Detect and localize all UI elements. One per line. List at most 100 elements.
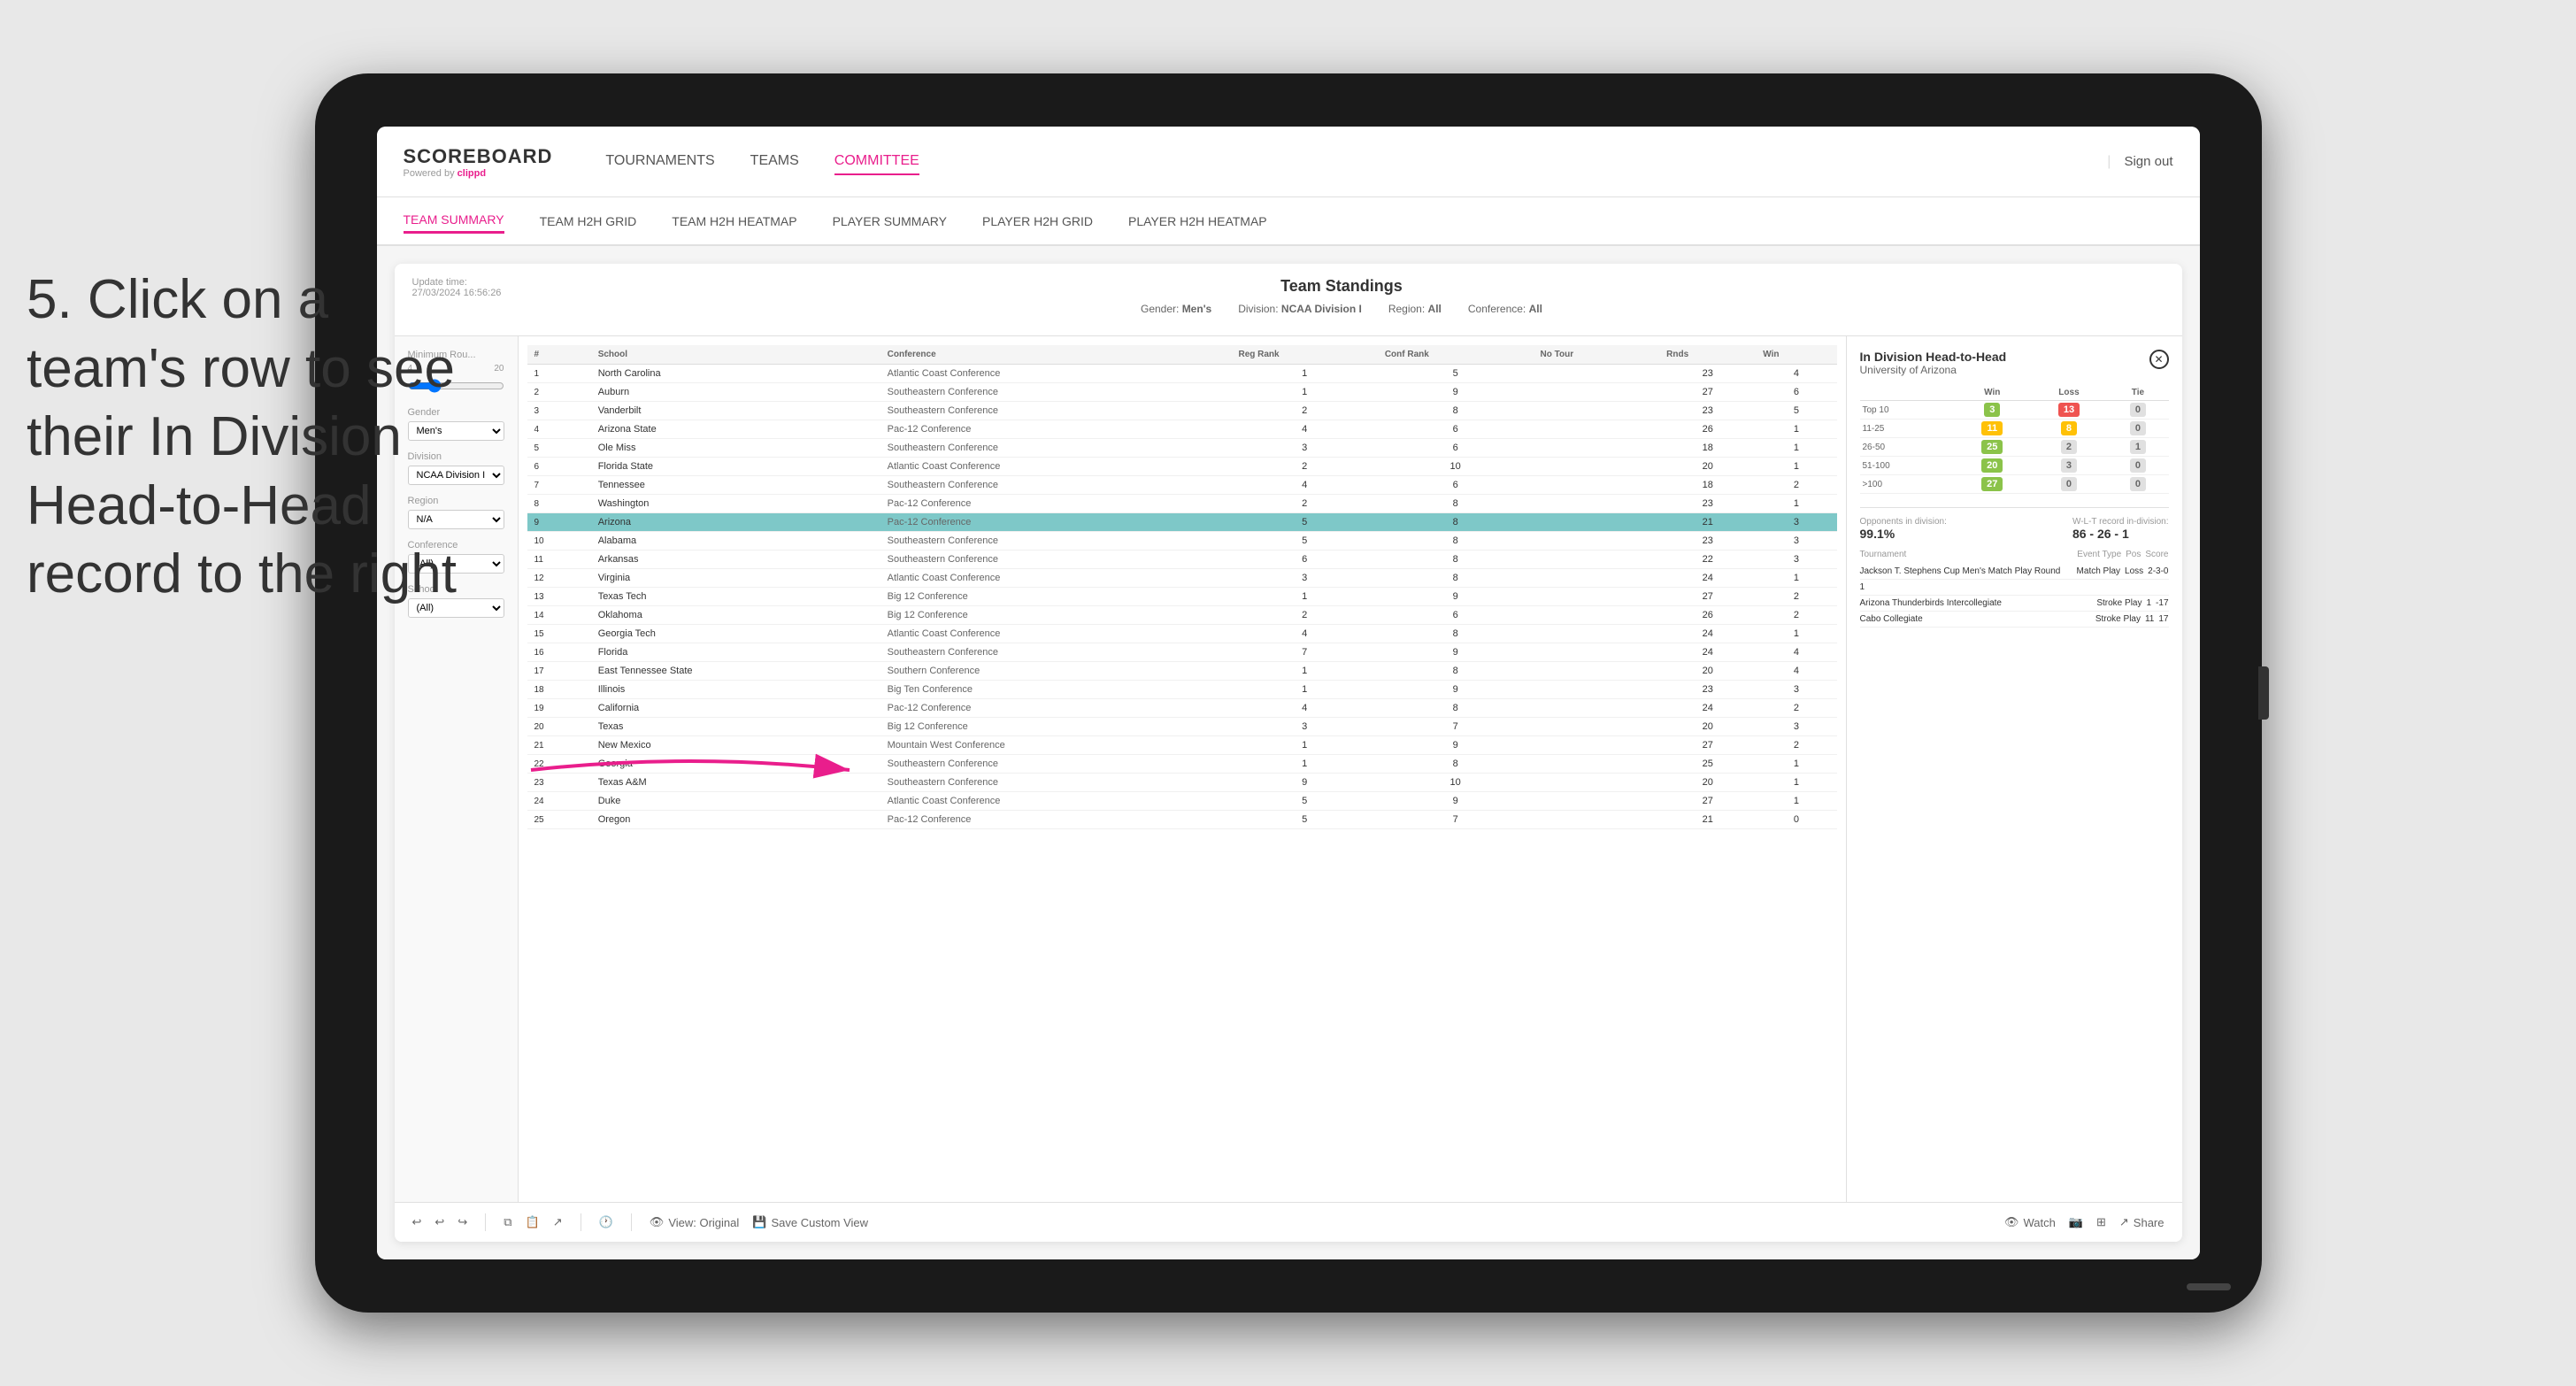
save-custom-btn[interactable]: 💾 Save Custom View: [752, 1215, 868, 1229]
save-icon: 💾: [752, 1215, 766, 1229]
table-row[interactable]: 4 Arizona State Pac-12 Conference 4 6 26…: [527, 420, 1837, 439]
opponents-section: Opponents in division: 99.1% W-L-T recor…: [1860, 507, 2169, 541]
table-row[interactable]: 17 East Tennessee State Southern Confere…: [527, 662, 1837, 681]
col-conf-rank: Conf Rank: [1378, 345, 1534, 365]
row-win: 25: [1954, 438, 2031, 457]
sub-nav-player-h2h-heatmap[interactable]: PLAYER H2H HEATMAP: [1128, 210, 1267, 233]
conf-rank-cell: 8: [1378, 532, 1534, 551]
col-reg-rank: Reg Rank: [1231, 345, 1377, 365]
table-row[interactable]: 10 Alabama Southeastern Conference 5 8 2…: [527, 532, 1837, 551]
row-loss: 0: [2031, 475, 2108, 494]
watch-btn[interactable]: 👁 Watch: [2004, 1215, 2056, 1229]
school-cell: Tennessee: [591, 476, 880, 495]
table-row[interactable]: 1 North Carolina Atlantic Coast Conferen…: [527, 365, 1837, 383]
table-row[interactable]: 15 Georgia Tech Atlantic Coast Conferenc…: [527, 625, 1837, 643]
view-original-btn[interactable]: 👁 View: Original: [650, 1215, 739, 1229]
tournament-section: Tournament Event Type Pos Score Jackson …: [1860, 550, 2169, 628]
table-row[interactable]: 13 Texas Tech Big 12 Conference 1 9 27 2: [527, 588, 1837, 606]
nav-tournaments[interactable]: TOURNAMENTS: [605, 149, 714, 175]
table-row[interactable]: 19 California Pac-12 Conference 4 8 24 2: [527, 699, 1837, 718]
col-rnds: Rnds: [1659, 345, 1756, 365]
school-cell: Arizona State: [591, 420, 880, 439]
tournament-score3: -17: [2156, 598, 2168, 608]
redo-btn[interactable]: ↪: [458, 1215, 467, 1229]
table-row[interactable]: 18 Illinois Big Ten Conference 1 9 23 3: [527, 681, 1837, 699]
tablet-home-button[interactable]: [2187, 1283, 2231, 1290]
conference-cell: Atlantic Coast Conference: [880, 792, 1232, 811]
rank-cell: 15: [527, 625, 591, 643]
row-label: 11-25: [1860, 420, 1954, 438]
standings-area[interactable]: # School Conference Reg Rank Conf Rank N…: [519, 336, 1846, 1202]
tournament-col-score: Score: [2145, 550, 2168, 559]
sub-nav-player-summary[interactable]: PLAYER SUMMARY: [833, 210, 947, 233]
table-row[interactable]: 7 Tennessee Southeastern Conference 4 6 …: [527, 476, 1837, 495]
table-row[interactable]: 20 Texas Big 12 Conference 3 7 20 3: [527, 718, 1837, 736]
view-original-label: View: Original: [668, 1216, 739, 1229]
table-row[interactable]: 3 Vanderbilt Southeastern Conference 2 8…: [527, 402, 1837, 420]
undo-btn2[interactable]: ↩: [434, 1215, 444, 1229]
reg-rank-cell: 2: [1231, 458, 1377, 476]
school-cell: Florida State: [591, 458, 880, 476]
table-row[interactable]: 21 New Mexico Mountain West Conference 1…: [527, 736, 1837, 755]
table-row[interactable]: 16 Florida Southeastern Conference 7 9 2…: [527, 643, 1837, 662]
sub-nav-team-h2h-grid[interactable]: TEAM H2H GRID: [540, 210, 637, 233]
sub-nav-team-h2h-heatmap[interactable]: TEAM H2H HEATMAP: [672, 210, 796, 233]
table-row[interactable]: 24 Duke Atlantic Coast Conference 5 9 27…: [527, 792, 1837, 811]
row-loss: 13: [2031, 401, 2108, 420]
sub-nav-player-h2h-grid[interactable]: PLAYER H2H GRID: [982, 210, 1093, 233]
table-row[interactable]: 2 Auburn Southeastern Conference 1 9 27 …: [527, 383, 1837, 402]
sub-nav-team-summary[interactable]: TEAM SUMMARY: [404, 208, 504, 234]
conf-rank-cell: 9: [1378, 643, 1534, 662]
reg-rank-cell: 9: [1231, 774, 1377, 792]
toolbar: ↩ ↩ ↪ ⧉ 📋 ↗ 🕐 👁 View: Original 💾: [395, 1202, 2182, 1242]
win-cell: 4: [1756, 662, 1836, 681]
reg-rank-cell: 1: [1231, 681, 1377, 699]
school-cell: Washington: [591, 495, 880, 513]
table-row[interactable]: 12 Virginia Atlantic Coast Conference 3 …: [527, 569, 1837, 588]
table-row[interactable]: 9 Arizona Pac-12 Conference 5 8 21 3: [527, 513, 1837, 532]
sign-out-link[interactable]: Sign out: [2124, 154, 2172, 169]
share-btn[interactable]: ↗ Share: [2119, 1215, 2165, 1229]
table-row[interactable]: 22 Georgia Southeastern Conference 1 8 2…: [527, 755, 1837, 774]
table-row[interactable]: 5 Ole Miss Southeastern Conference 3 6 1…: [527, 439, 1837, 458]
table-row[interactable]: 8 Washington Pac-12 Conference 2 8 23 1: [527, 495, 1837, 513]
grid-btn[interactable]: ⊞: [2096, 1215, 2106, 1229]
tablet-screen: SCOREBOARD Powered by clippd TOURNAMENTS…: [377, 127, 2200, 1259]
nav-committee[interactable]: COMMITTEE: [834, 149, 919, 175]
arrow-btn[interactable]: ↗: [553, 1215, 563, 1229]
conference-cell: Big 12 Conference: [880, 718, 1232, 736]
no-tour-cell: [1534, 625, 1660, 643]
conference-cell: Southeastern Conference: [880, 755, 1232, 774]
rank-cell: 12: [527, 569, 591, 588]
tablet-side-button[interactable]: [2258, 666, 2269, 720]
reg-rank-cell: 2: [1231, 402, 1377, 420]
screenshot-btn[interactable]: 📷: [2069, 1215, 2083, 1229]
no-tour-cell: [1534, 476, 1660, 495]
copy-btn[interactable]: ⧉: [504, 1215, 511, 1229]
paste-btn[interactable]: 📋: [526, 1215, 540, 1229]
rank-cell: 11: [527, 551, 591, 569]
undo-btn[interactable]: ↩: [412, 1215, 422, 1229]
school-cell: Oklahoma: [591, 606, 880, 625]
table-row[interactable]: 6 Florida State Atlantic Coast Conferenc…: [527, 458, 1837, 476]
tournament-score4: 17: [2158, 614, 2168, 624]
reg-rank-cell: 1: [1231, 365, 1377, 383]
table-row[interactable]: 11 Arkansas Southeastern Conference 6 8 …: [527, 551, 1837, 569]
conf-rank-cell: 9: [1378, 681, 1534, 699]
table-row[interactable]: 25 Oregon Pac-12 Conference 5 7 21 0: [527, 811, 1837, 829]
region-label: Region:: [1388, 303, 1425, 315]
clock-btn[interactable]: 🕐: [599, 1215, 613, 1229]
rnds-cell: 26: [1659, 606, 1756, 625]
table-row[interactable]: 14 Oklahoma Big 12 Conference 2 6 26 2: [527, 606, 1837, 625]
tournament-name: Jackson T. Stephens Cup Men's Match Play…: [1860, 566, 2072, 576]
table-row[interactable]: 23 Texas A&M Southeastern Conference 9 1…: [527, 774, 1837, 792]
watch-icon: 👁: [2004, 1215, 2019, 1229]
conf-rank-cell: 8: [1378, 495, 1534, 513]
school-cell: Arkansas: [591, 551, 880, 569]
conference-cell: Southeastern Conference: [880, 774, 1232, 792]
close-division-panel[interactable]: ✕: [2149, 350, 2169, 369]
conference-cell: Atlantic Coast Conference: [880, 569, 1232, 588]
conf-rank-cell: 8: [1378, 402, 1534, 420]
reg-rank-cell: 3: [1231, 718, 1377, 736]
nav-teams[interactable]: TEAMS: [750, 149, 799, 175]
